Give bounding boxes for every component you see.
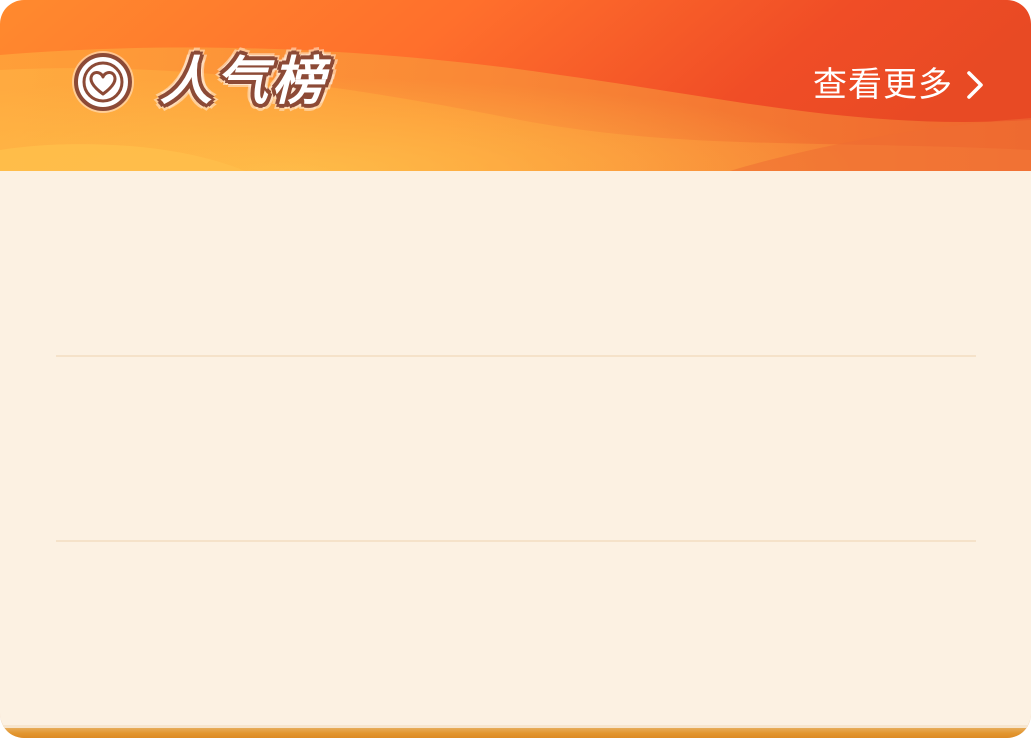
- header-title: 人气榜: [160, 52, 329, 112]
- card-header: 人气榜 查看更多: [0, 0, 1031, 171]
- chevron-right-icon: [967, 71, 983, 99]
- view-more-label: 查看更多: [813, 65, 953, 105]
- ranking-list: [56, 171, 976, 711]
- list-divider: [56, 540, 976, 542]
- list-item[interactable]: [56, 171, 976, 356]
- view-more-link[interactable]: 查看更多: [813, 62, 985, 108]
- list-item[interactable]: [56, 356, 976, 541]
- list-divider: [56, 355, 976, 357]
- header-title-group: 人气榜: [70, 44, 328, 120]
- popularity-card: 人气榜 查看更多: [0, 0, 1031, 738]
- heart-circle-icon: [72, 51, 134, 113]
- list-item[interactable]: [56, 541, 976, 726]
